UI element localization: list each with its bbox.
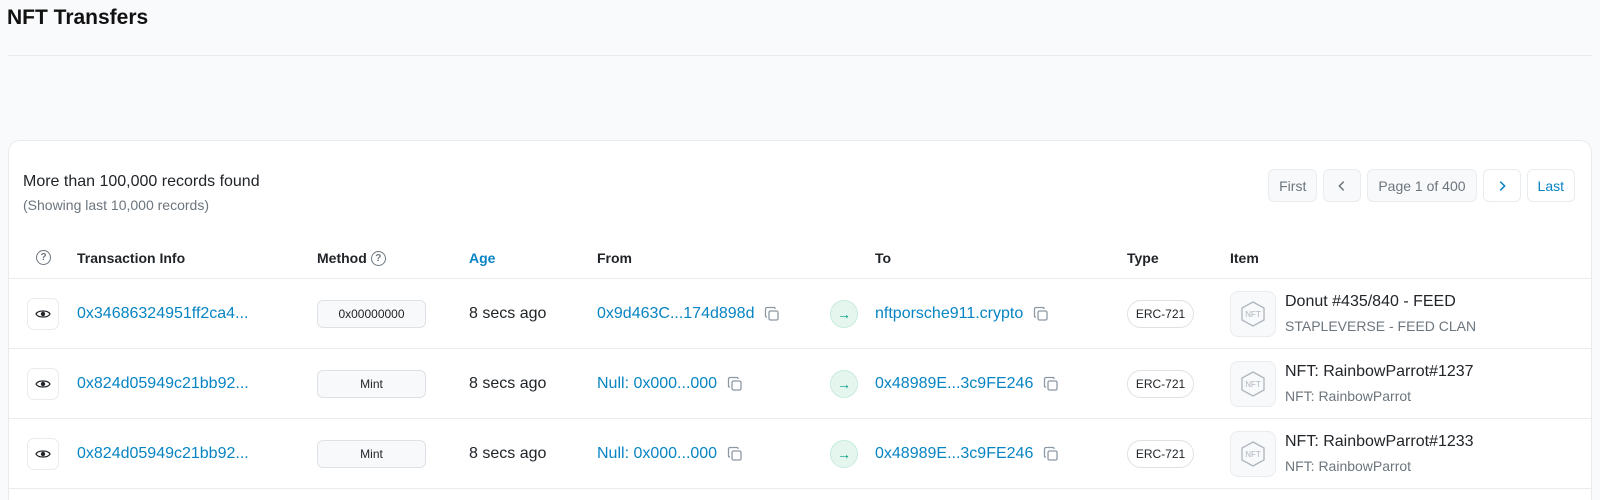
question-circle-icon[interactable]: ? [36,250,51,265]
to-cell: 0x48989E...3c9FE246 [875,349,1059,419]
svg-text:NFT: NFT [1245,380,1261,389]
transaction-hash-link[interactable]: 0x34686324951ff2ca4... [77,279,248,349]
age-text: 8 secs ago [469,305,547,322]
copy-icon[interactable] [1043,376,1059,392]
header-age[interactable]: Age [469,250,495,266]
item-name-link[interactable]: NFT: RainbowParrot#1233 [1285,433,1474,451]
question-circle-icon[interactable]: ? [370,250,386,266]
transaction-hash-link[interactable]: 0x824d05949c21bb92... [77,349,249,419]
svg-text:NFT: NFT [1245,310,1261,319]
nft-placeholder-icon[interactable]: NFT [1230,431,1276,477]
view-details-button[interactable] [27,368,59,400]
chevron-right-icon [1499,180,1506,191]
item-collection: NFT: RainbowParrot [1285,458,1412,474]
from-cell: 0x9d463C...174d898d [597,279,780,349]
view-details-button[interactable] [27,298,59,330]
from-address-link[interactable]: Null: 0x000...000 [597,445,717,463]
svg-text:NFT: NFT [1245,450,1261,459]
header-to: To [875,250,892,266]
table-row: 0x34686324951ff2ca4... 0x00000000 8 secs… [9,279,1591,349]
method-badge: 0x00000000 [317,300,426,328]
copy-icon[interactable] [1043,446,1059,462]
records-count: More than 100,000 records found [23,173,260,190]
method-badge: Mint [317,440,426,468]
table-row: 0x824d05949c21bb92... Mint 8 secs ago Nu… [9,349,1591,419]
from-address-link[interactable]: Null: 0x000...000 [597,375,717,393]
item-name-link[interactable]: Donut #435/840 - FEED [1285,293,1456,311]
header-method-label: Method [317,250,367,266]
transfers-card: More than 100,000 records found (Showing… [8,140,1592,500]
to-address-link[interactable]: 0x48989E...3c9FE246 [875,375,1033,393]
to-cell: nftporsche911.crypto [875,279,1049,349]
age-text: 8 secs ago [469,445,547,462]
next-page-button[interactable] [1482,169,1521,202]
token-type-badge: ERC-721 [1127,370,1194,398]
table-row: 0x824d05949c21bb92... Mint 8 secs ago Nu… [9,419,1591,489]
token-type-badge: ERC-721 [1127,440,1194,468]
page-title: NFT Transfers [7,6,149,29]
from-address-link[interactable]: 0x9d463C...174d898d [597,305,754,323]
to-address-link[interactable]: 0x48989E...3c9FE246 [875,445,1033,463]
table-header: ? Transaction Info Method ? Age From To … [9,237,1591,279]
first-page-button[interactable]: First [1268,169,1318,202]
eye-icon [35,310,51,318]
view-details-button[interactable] [27,438,59,470]
nft-placeholder-icon[interactable]: NFT [1230,291,1276,337]
info-column-header: ? [36,250,51,265]
header-method: Method ? [317,250,386,266]
from-cell: Null: 0x000...000 [597,419,743,489]
from-cell: Null: 0x000...000 [597,349,743,419]
records-note: (Showing last 10,000 records) [23,197,209,213]
item-name-link[interactable]: NFT: RainbowParrot#1237 [1285,363,1474,381]
copy-icon[interactable] [727,376,743,392]
title-divider [8,55,1592,56]
item-collection: NFT: RainbowParrot [1285,388,1412,404]
nft-placeholder-icon[interactable]: NFT [1230,361,1276,407]
eye-icon [35,450,51,458]
item-collection: STAPLEVERSE - FEED CLAN [1285,318,1477,334]
copy-icon[interactable] [727,446,743,462]
to-address-link[interactable]: nftporsche911.crypto [875,305,1023,323]
eye-icon [35,380,51,388]
chevron-left-icon [1338,180,1345,191]
copy-icon[interactable] [1033,306,1049,322]
page-indicator: Page 1 of 400 [1367,169,1477,202]
age-text: 8 secs ago [469,375,547,392]
header-from: From [597,250,632,266]
header-transaction-info: Transaction Info [77,250,186,266]
arrow-right-icon: → [830,440,858,468]
header-item: Item [1230,250,1259,266]
pagination: First Page 1 of 400 Last [1268,169,1575,202]
arrow-right-icon: → [830,300,858,328]
last-page-button[interactable]: Last [1526,169,1575,202]
method-badge: Mint [317,370,426,398]
copy-icon[interactable] [764,306,780,322]
header-type: Type [1127,250,1159,266]
previous-page-button[interactable] [1323,169,1362,202]
to-cell: 0x48989E...3c9FE246 [875,419,1059,489]
transaction-hash-link[interactable]: 0x824d05949c21bb92... [77,419,249,489]
arrow-right-icon: → [830,370,858,398]
token-type-badge: ERC-721 [1127,300,1194,328]
